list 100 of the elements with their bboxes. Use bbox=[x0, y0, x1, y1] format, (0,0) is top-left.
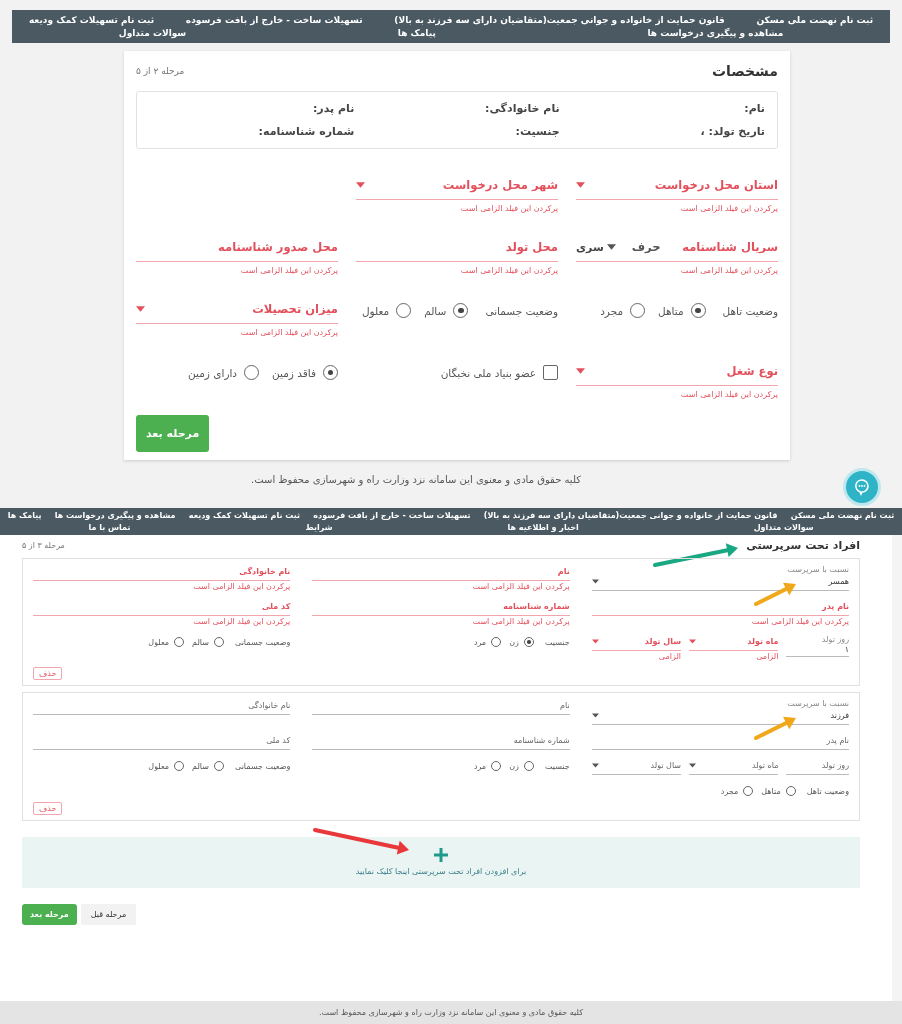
error-text: پرکردن این فیلد الزامی است bbox=[459, 204, 558, 213]
nav-link[interactable]: اخبار و اطلاعیه ها bbox=[507, 523, 579, 532]
caret-icon bbox=[606, 244, 616, 250]
nav-link[interactable]: مشاهده و پیگیری درخواست ها bbox=[54, 511, 176, 520]
nav-link[interactable]: ثبت نام نهضت ملی مسکن bbox=[756, 15, 874, 25]
nav-link[interactable]: تماس با ما bbox=[88, 523, 131, 532]
text-field[interactable]: شماره شناسنامه bbox=[312, 600, 570, 616]
select-field[interactable]: ماه تولد bbox=[689, 759, 779, 775]
error-text: پرکردن این فیلد الزامی است bbox=[679, 204, 778, 213]
select-field[interactable]: نوع شغل bbox=[576, 361, 778, 386]
text-field[interactable]: نام bbox=[312, 699, 570, 715]
previous-button[interactable]: مرحله قبل bbox=[80, 904, 137, 925]
error-text: پرکردن این فیلد الزامی است bbox=[471, 582, 570, 591]
copyright-text: کلیه حقوق مادی و معنوی این سامانه نزد وزارت راه و شهرسازی محفوظ است. bbox=[250, 473, 582, 488]
option-label: متاهل bbox=[658, 304, 684, 317]
text-field[interactable]: نام خانوادگی bbox=[33, 565, 291, 581]
option-label: فاقد زمین bbox=[272, 366, 316, 379]
group-label: وضعیت تاهل bbox=[806, 786, 849, 796]
caret-icon bbox=[356, 182, 365, 188]
caret-icon bbox=[136, 306, 145, 312]
nav-link[interactable]: پیامک ها bbox=[397, 28, 436, 38]
caret-icon bbox=[591, 579, 599, 584]
option-label: دارای زمین bbox=[188, 366, 238, 379]
error-text: الزامی bbox=[657, 652, 682, 661]
caret-icon bbox=[576, 368, 585, 374]
option-label: مرد bbox=[473, 637, 487, 647]
summary-label: تاریخ تولد: ، bbox=[699, 125, 765, 138]
text-field[interactable]: محل تولد bbox=[356, 237, 558, 262]
step-indicator: مرحله ۳ از ۵ bbox=[22, 541, 65, 550]
caret-icon bbox=[591, 639, 599, 644]
nav-link[interactable]: شرایط bbox=[305, 523, 333, 532]
checkbox-label: عضو بنیاد ملی نخبگان bbox=[440, 366, 536, 379]
caret-icon bbox=[689, 639, 697, 644]
nav-link[interactable]: تسهیلات ساخت - خارج از بافت فرسوده bbox=[313, 511, 471, 520]
letter-field[interactable]: حرف bbox=[631, 240, 661, 254]
checkbox[interactable] bbox=[543, 365, 558, 380]
group-label: وضعیت تاهل bbox=[722, 304, 778, 317]
text-field[interactable]: نام خانوادگی bbox=[33, 699, 291, 715]
group-label: وضعیت جسمانی bbox=[485, 304, 559, 317]
error-text: الزامی bbox=[755, 652, 779, 661]
caret-icon bbox=[689, 763, 697, 768]
text-field[interactable]: نام پدر bbox=[591, 600, 849, 616]
nav-link[interactable]: قانون حمایت از خانواده و جوانی جمعیت(متقاضیان دارای سه فرزند به بالا) bbox=[394, 15, 725, 25]
summary-label: نام: bbox=[743, 102, 765, 115]
delete-button[interactable]: حذف bbox=[33, 802, 63, 815]
day-field[interactable]: ۱ bbox=[786, 645, 849, 657]
field-caption: نسبت با سرپرست bbox=[786, 699, 849, 708]
option-label: سالم bbox=[192, 637, 209, 647]
error-text: پرکردن این فیلد الزامی است bbox=[750, 617, 849, 626]
copyright-text: کلیه حقوق مادی و معنوی این سامانه نزد وزارت راه و شهرسازی محفوظ است. bbox=[0, 1001, 902, 1024]
error-text: پرکردن این فیلد الزامی است bbox=[192, 582, 291, 591]
select-field[interactable]: استان محل درخواست bbox=[576, 175, 778, 200]
option-label: زن bbox=[509, 761, 519, 771]
group-label: وضعیت جسمانی bbox=[234, 637, 291, 647]
option-label: مجرد bbox=[600, 304, 624, 317]
select-field[interactable]: شهر محل درخواست bbox=[356, 175, 558, 200]
nav-link[interactable]: قانون حمایت از خانواده و جوانی جمعیت(متقاضیان دارای سه فرزند به بالا) bbox=[483, 511, 778, 520]
error-text: پرکردن این فیلد الزامی است bbox=[239, 266, 338, 275]
step-indicator: مرحله ۲ از ۵ bbox=[136, 66, 185, 76]
group-label: جنسیت bbox=[544, 761, 570, 771]
select-field[interactable]: ماه تولد bbox=[689, 635, 779, 651]
option-label: معلول bbox=[148, 637, 170, 647]
annotation-arrow bbox=[754, 716, 796, 740]
group-label: وضعیت جسمانی bbox=[234, 761, 291, 771]
caret-icon bbox=[576, 182, 585, 188]
series-dropdown[interactable]: سری bbox=[576, 240, 616, 254]
select-field[interactable]: میزان تحصیلات bbox=[136, 299, 338, 324]
select-field[interactable]: سال تولد bbox=[591, 635, 682, 651]
error-text: پرکردن این فیلد الزامی است bbox=[679, 390, 778, 399]
chat-bubble-icon bbox=[853, 478, 871, 496]
summary-label: نام خانوادگی: bbox=[484, 102, 560, 115]
field-caption: روز تولد bbox=[820, 635, 849, 644]
text-field[interactable]: نام bbox=[312, 565, 570, 581]
nav-link[interactable]: تسهیلات ساخت - خارج از بافت فرسوده bbox=[185, 15, 363, 25]
summary-label: جنسیت: bbox=[514, 125, 560, 138]
error-text: پرکردن این فیلد الزامی است bbox=[471, 617, 570, 626]
error-text: پرکردن این فیلد الزامی است bbox=[679, 266, 778, 275]
nav-link[interactable]: ثبت نام تسهیلات کمک ودیعه bbox=[188, 511, 300, 520]
option-label: سالم bbox=[192, 761, 209, 771]
nav-link[interactable]: ثبت نام نهضت ملی مسکن bbox=[790, 511, 895, 520]
error-text: پرکردن این فیلد الزامی است bbox=[239, 328, 338, 337]
caret-icon bbox=[591, 713, 599, 718]
text-field[interactable]: نام پدر bbox=[591, 734, 849, 750]
nav-link[interactable]: سوالات متداول bbox=[118, 28, 187, 38]
text-field[interactable]: محل صدور شناسنامه bbox=[136, 237, 338, 262]
nav-link[interactable]: ثبت نام تسهیلات کمک ودیعه bbox=[28, 15, 155, 25]
text-field[interactable]: کد ملی bbox=[33, 600, 291, 616]
summary-label: شماره شناسنامه: bbox=[257, 125, 355, 138]
nav-link[interactable]: مشاهده و پیگیری درخواست ها bbox=[647, 28, 784, 38]
text-field[interactable]: شماره شناسنامه bbox=[312, 734, 570, 750]
nav-link[interactable]: پیامک ها bbox=[7, 511, 42, 520]
nav-link[interactable]: سوالات متداول bbox=[753, 523, 814, 532]
delete-button[interactable]: حذف bbox=[33, 667, 63, 680]
text-field[interactable]: کد ملی bbox=[33, 734, 291, 750]
day-field[interactable]: روز تولد bbox=[786, 759, 849, 775]
caret-icon bbox=[591, 763, 599, 768]
add-member-panel[interactable]: برای افزودن افراد تحت سرپرستی اینجا کلیک نمایید bbox=[22, 837, 860, 888]
add-hint: برای افزودن افراد تحت سرپرستی اینجا کلیک نمایید bbox=[355, 867, 527, 876]
section-title: مشخصات bbox=[711, 63, 778, 79]
select-field[interactable]: سال تولد bbox=[591, 759, 682, 775]
